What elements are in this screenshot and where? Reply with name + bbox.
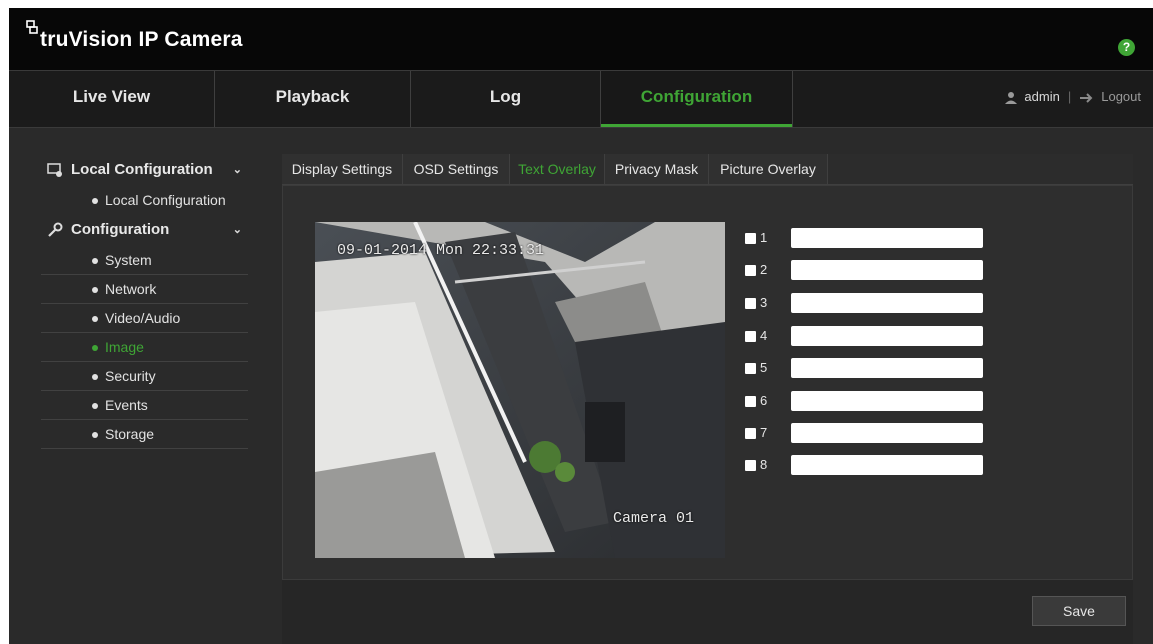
overlay-text-input[interactable] — [791, 293, 983, 313]
sidebar-item-video-audio[interactable]: Video/Audio — [41, 304, 248, 333]
sidebar-group-local[interactable]: Local Configuration ⌄ — [41, 154, 248, 186]
config-tabs: Display Settings OSD Settings Text Overl… — [282, 154, 1133, 185]
overlay-checkbox[interactable] — [745, 460, 756, 471]
save-button[interactable]: Save — [1032, 596, 1126, 626]
sidebar-item-image[interactable]: Image — [41, 333, 248, 362]
sidebar-group-local-label: Local Configuration — [71, 161, 213, 178]
main-nav: Live View Playback Log Configuration adm… — [9, 70, 1153, 128]
osd-time: 09-01-2014 Mon 22:33:31 — [337, 242, 545, 259]
user-area: admin | Logout — [1004, 71, 1141, 127]
overlay-checkbox[interactable] — [745, 265, 756, 276]
sidebar-item-events[interactable]: Events — [41, 391, 248, 420]
user-icon — [1005, 91, 1018, 104]
tab-picture-overlay[interactable]: Picture Overlay — [709, 154, 828, 184]
camera-image — [315, 222, 725, 558]
wrench-icon — [48, 222, 63, 237]
sidebar: Local Configuration ⌄ Local Configuratio… — [41, 154, 248, 449]
brand-logo: truVision IP Camera — [26, 20, 243, 52]
overlay-number: 3 — [760, 295, 768, 310]
tab-live-view[interactable]: Live View — [9, 71, 215, 127]
overlay-checkbox[interactable] — [745, 428, 756, 439]
logout-link[interactable]: Logout — [1101, 89, 1141, 104]
tab-osd-settings[interactable]: OSD Settings — [403, 154, 510, 184]
sidebar-item-system[interactable]: System — [41, 246, 248, 275]
divider: | — [1067, 89, 1072, 104]
chevron-down-icon: ⌄ — [232, 224, 242, 236]
tab-configuration[interactable]: Configuration — [601, 71, 793, 127]
brand-product: IP Camera — [138, 28, 243, 51]
overlay-text-input[interactable] — [791, 260, 983, 280]
overlay-number: 6 — [760, 393, 768, 408]
overlay-checkbox[interactable] — [745, 331, 756, 342]
overlay-checkbox[interactable] — [745, 363, 756, 374]
sidebar-group-configuration[interactable]: Configuration ⌄ — [41, 214, 248, 246]
sidebar-item-security[interactable]: Security — [41, 362, 248, 391]
overlay-text-input[interactable] — [791, 358, 983, 378]
overlay-text-input[interactable] — [791, 326, 983, 346]
header: truVision IP Camera ? — [9, 8, 1153, 70]
sidebar-item-network[interactable]: Network — [41, 275, 248, 304]
tab-privacy-mask[interactable]: Privacy Mask — [605, 154, 709, 184]
overlay-text-input[interactable] — [791, 423, 983, 443]
sidebar-item-storage[interactable]: Storage — [41, 420, 248, 449]
overlay-number: 4 — [760, 328, 768, 343]
overlay-number: 5 — [760, 360, 768, 375]
overlay-number: 1 — [760, 230, 768, 245]
overlay-checkbox[interactable] — [745, 298, 756, 309]
chevron-down-icon: ⌄ — [232, 164, 242, 176]
overlay-checkbox[interactable] — [745, 396, 756, 407]
help-icon[interactable]: ? — [1118, 39, 1135, 56]
overlay-number: 7 — [760, 425, 768, 440]
overlay-text-input[interactable] — [791, 391, 983, 411]
overlay-number: 8 — [760, 457, 768, 472]
overlay-number: 2 — [760, 262, 768, 277]
overlay-text-input[interactable] — [791, 228, 983, 248]
tab-playback[interactable]: Playback — [215, 71, 411, 127]
username: admin — [1024, 89, 1060, 104]
app-window: truVision IP Camera ? Live View Playback… — [9, 8, 1153, 644]
content-area: Display Settings OSD Settings Text Overl… — [282, 154, 1133, 644]
overlay-checkbox[interactable] — [745, 233, 756, 244]
tab-display-settings[interactable]: Display Settings — [282, 154, 403, 184]
sidebar-item-local-configuration[interactable]: Local Configuration — [41, 186, 248, 214]
logout-icon — [1080, 92, 1093, 103]
brand-name: truVision — [40, 28, 133, 51]
brand-mark-icon — [26, 20, 38, 34]
tab-log[interactable]: Log — [411, 71, 601, 127]
tab-text-overlay[interactable]: Text Overlay — [510, 154, 605, 184]
osd-camera-name: Camera 01 — [613, 510, 695, 527]
sidebar-group-configuration-label: Configuration — [71, 221, 170, 238]
video-preview[interactable]: 09-01-2014 Mon 22:33:31 Camera 01 — [315, 222, 725, 558]
local-config-icon — [47, 163, 62, 177]
overlay-text-input[interactable] — [791, 455, 983, 475]
